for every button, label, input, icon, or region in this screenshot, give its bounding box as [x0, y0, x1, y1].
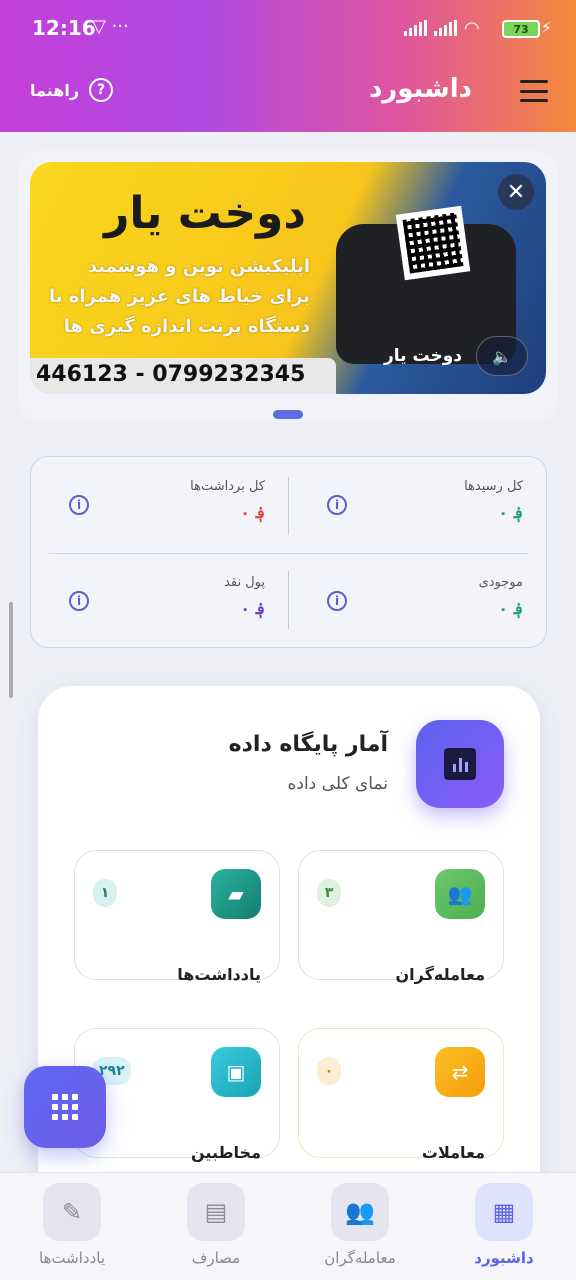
cash-value: ۰ ؋ [240, 599, 265, 618]
speaker-icon[interactable]: 🔈 [476, 336, 528, 376]
nav-notes-label: یادداشت‌ها [38, 1249, 106, 1267]
traders-label: معامله‌گران [395, 965, 485, 984]
transactions-label: معاملات [421, 1143, 485, 1162]
tile-traders[interactable]: 👥 ۳ معامله‌گران [298, 850, 504, 984]
stats-title: آمار پایگاه داده [228, 732, 388, 757]
nav-dashboard[interactable]: ▦ داشبورد [444, 1183, 564, 1267]
banner-phones: 446123 - 0799232345 [30, 358, 336, 394]
nav-dashboard-label: داشبورد [474, 1249, 534, 1267]
divider [288, 477, 289, 535]
banner-line-2: برای خیاط های عزیز همراه با [49, 286, 310, 307]
menu-icon[interactable] [520, 80, 548, 102]
total-receipts-label: کل رسیدها [464, 479, 523, 494]
banner-line-1: اپلیکیشن نوین و هوشمند [87, 256, 310, 277]
bottom-navigation: ▦ داشبورد 👥 معامله‌گران ▤ مصارف ✎ یادداش… [0, 1172, 576, 1280]
tile-transactions[interactable]: ⇄ ۰ معاملات [298, 1028, 504, 1162]
scrollbar[interactable] [9, 602, 13, 698]
finance-summary-card: کل رسیدها ۰ ؋ i کل برداشت‌ها ۰ ؋ i موجود… [30, 456, 547, 648]
cash: پول نقد ۰ ؋ i [43, 553, 283, 643]
status-time: 12:16 [32, 16, 96, 40]
tile-notes[interactable]: ▰ ۱ یادداشت‌ها [74, 850, 280, 984]
app-header: 12:16 ▽ ··· ◠ 73 ⚡ داشبورد راهنما ? [0, 0, 576, 132]
balance: موجودی ۰ ؋ i [301, 553, 541, 643]
traders-count: ۳ [317, 879, 341, 907]
carousel-indicator[interactable] [273, 410, 303, 419]
total-withdrawals-value: ۰ ؋ [240, 503, 265, 522]
database-stats-panel: آمار پایگاه داده نمای کلی داده 👥 ۳ معامل… [38, 686, 540, 1206]
people-icon: 👥 [331, 1183, 389, 1241]
people-icon: 👥 [435, 869, 485, 919]
contacts-label: مخاطبین [191, 1143, 261, 1162]
chart-icon [416, 720, 504, 808]
question-icon: ? [89, 78, 114, 102]
contacts-icon: ▣ [211, 1047, 261, 1097]
nav-notes[interactable]: ✎ یادداشت‌ها [12, 1183, 132, 1267]
signal-icon [434, 20, 457, 36]
balance-value: ۰ ؋ [498, 599, 523, 618]
page-title: داشبورد [368, 74, 472, 104]
wallet-icon: ▤ [187, 1183, 245, 1241]
battery-icon: 73 [502, 20, 540, 38]
banner-slide[interactable]: دوخت یار اپلیکیشن نوین و هوشمند برای خیا… [30, 162, 546, 394]
help-label: راهنما [30, 80, 80, 100]
info-icon[interactable]: i [327, 495, 347, 515]
nav-expenses[interactable]: ▤ مصارف [156, 1183, 276, 1267]
close-icon[interactable]: ✕ [498, 174, 534, 210]
banner-line-3: دستگاه پرنت اندازه گیری ها [63, 316, 310, 337]
info-icon[interactable]: i [69, 591, 89, 611]
stats-subtitle: نمای کلی داده [287, 774, 388, 794]
signal-icon [404, 20, 427, 36]
total-receipts: کل رسیدها ۰ ؋ i [301, 457, 541, 547]
banner-carousel[interactable]: دوخت یار اپلیکیشن نوین و هوشمند برای خیا… [18, 150, 558, 422]
status-bar: 12:16 ▽ ··· ◠ 73 ⚡ [0, 0, 576, 56]
vpn-icon: ▽ ··· [92, 16, 129, 37]
transactions-count: ۰ [317, 1057, 341, 1085]
info-icon[interactable]: i [327, 591, 347, 611]
qr-code-image [395, 205, 471, 281]
banner-title: دوخت یار [104, 188, 306, 239]
notes-count: ۱ [93, 879, 117, 907]
note-icon: ▰ [211, 869, 261, 919]
charging-icon: ⚡ [540, 18, 552, 37]
total-withdrawals: کل برداشت‌ها ۰ ؋ i [43, 457, 283, 547]
apps-grid-button[interactable] [24, 1066, 106, 1148]
total-withdrawals-label: کل برداشت‌ها [190, 479, 265, 494]
clipboard-icon: ✎ [43, 1183, 101, 1241]
total-receipts-value: ۰ ؋ [498, 503, 523, 522]
cash-label: پول نقد [224, 575, 265, 590]
notes-label: یادداشت‌ها [177, 965, 261, 984]
nav-traders[interactable]: 👥 معامله‌گران [300, 1183, 420, 1267]
wifi-icon: ◠ [464, 18, 480, 39]
balance-label: موجودی [478, 575, 523, 590]
dashboard-icon: ▦ [475, 1183, 533, 1241]
info-icon[interactable]: i [69, 495, 89, 515]
swap-icon: ⇄ [435, 1047, 485, 1097]
help-button[interactable]: راهنما ? [30, 78, 114, 102]
nav-expenses-label: مصارف [191, 1249, 241, 1267]
divider [288, 571, 289, 629]
nav-traders-label: معامله‌گران [324, 1249, 396, 1267]
banner-app-name: دوخت یار [383, 346, 462, 366]
